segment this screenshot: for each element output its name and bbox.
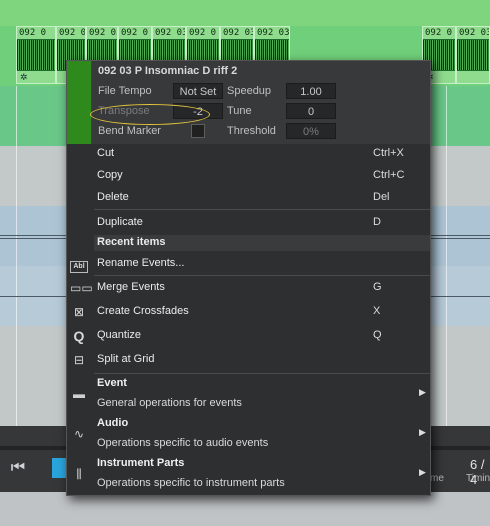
menu-item-quantize[interactable]: Q Quantize Q [67, 325, 430, 347]
menu-item-label: Create Crossfades [97, 305, 189, 317]
file-tempo-label: File Tempo [98, 85, 152, 97]
menu-item-split-at-grid[interactable]: ⊟ Split at Grid [67, 349, 430, 371]
submenu-arrow-icon: ▶ [419, 387, 426, 397]
submenu-instrument-parts[interactable]: ⫼ Instrument Parts Operations specific t… [67, 455, 430, 495]
menu-separator [94, 209, 430, 210]
menu-separator [94, 373, 430, 374]
menu-item-cut[interactable]: Cut Ctrl+X [67, 143, 430, 165]
clip-name: 092 03 P Ins [153, 27, 185, 39]
speedup-value[interactable]: 1.00 [286, 83, 336, 99]
menu-item-merge-events[interactable]: ▭▭ Merge Events G [67, 277, 430, 299]
menu-item-copy[interactable]: Copy Ctrl+C [67, 165, 430, 187]
shortcut-label: Ctrl+X [373, 147, 404, 159]
event-inspector-header: 092 03 P Insomniac D riff 2 File Tempo N… [67, 61, 430, 144]
menu-separator [94, 275, 430, 276]
crossfade-icon: ⊠ [73, 305, 85, 319]
bend-marker-label: Bend Marker [98, 125, 161, 137]
recent-items-header: Recent items [94, 235, 430, 251]
menu-item-rename-events[interactable]: Abl Rename Events... [67, 253, 430, 275]
event-color-swatch[interactable] [67, 61, 92, 144]
menu-item-label: Rename Events... [97, 257, 185, 269]
shortcut-label: Ctrl+C [373, 169, 405, 181]
timeline-ruler[interactable] [0, 0, 490, 26]
submenu-audio[interactable]: ∿ Audio Operations specific to audio eve… [67, 415, 430, 455]
clip-name: 092 03 P Ins [255, 27, 289, 39]
threshold-label: Threshold [227, 125, 276, 137]
tune-label: Tune [227, 105, 252, 117]
clip-name: 092 0 [187, 27, 219, 39]
piano-keys-icon: ⫼ [76, 467, 82, 481]
clip-name: 092 03 P Ins [457, 27, 489, 39]
submenu-description: General operations for events [97, 397, 242, 409]
menu-item-create-crossfades[interactable]: ⊠ Create Crossfades X [67, 301, 430, 323]
clip-name: 092 0 [17, 27, 55, 39]
event-icon: ▬ [73, 387, 85, 401]
waveform [17, 40, 55, 70]
file-tempo-value[interactable]: Not Set [173, 83, 223, 99]
menu-item-label: Merge Events [97, 281, 165, 293]
split-grid-icon: ⊟ [73, 353, 85, 367]
menu-item-label: Delete [97, 191, 129, 203]
clip-name: 092 0 [119, 27, 151, 39]
time-label: me [430, 473, 444, 484]
section-title: Recent items [97, 236, 166, 248]
bend-marker-checkbox[interactable] [191, 124, 205, 138]
shortcut-label: G [373, 281, 382, 293]
merge-icon: ▭▭ [70, 281, 93, 295]
submenu-arrow-icon: ▶ [419, 427, 426, 437]
submenu-arrow-icon: ▶ [419, 467, 426, 477]
event-name: 092 03 P Insomniac D riff 2 [98, 65, 238, 77]
grid-line [446, 86, 447, 426]
menu-item-duplicate[interactable]: Duplicate D [67, 212, 430, 234]
clip-name: 092 03 P Ins [221, 27, 253, 39]
annotation-highlight [90, 104, 210, 125]
threshold-value[interactable]: 0% [286, 123, 336, 139]
submenu-title: Audio [97, 417, 129, 429]
menu-item-label: Copy [97, 169, 123, 181]
shortcut-label: X [373, 305, 381, 317]
menu-item-label: Cut [97, 147, 115, 159]
waveform-icon: ∿ [73, 427, 85, 441]
status-strip [0, 492, 490, 526]
submenu-event[interactable]: ▬ Event General operations for events ▶ [67, 375, 430, 415]
transport-indicator [52, 458, 66, 478]
menu-item-label: Split at Grid [97, 353, 155, 365]
submenu-title: Event [97, 377, 127, 389]
gear-icon[interactable]: ✲ [20, 72, 30, 82]
menu-item-label: Quantize [97, 329, 142, 341]
menu-item-delete[interactable]: Delete Del [67, 187, 430, 209]
skip-back-icon[interactable]: ⏮ [6, 456, 30, 480]
shortcut-label: Q [373, 329, 382, 341]
time-signature: 6 / 4 [470, 457, 485, 487]
speedup-label: Speedup [227, 85, 272, 97]
tune-value[interactable]: 0 [286, 103, 336, 119]
submenu-title: Instrument Parts [97, 457, 185, 469]
shortcut-label: Del [373, 191, 390, 203]
clip-name: 092 0 [423, 27, 455, 39]
rename-icon: Abl [70, 256, 88, 273]
audio-clip[interactable]: 092 03 P Ins [456, 26, 490, 84]
waveform [457, 40, 489, 70]
grid-line [16, 86, 17, 426]
audio-clip[interactable]: 092 0 ✲ [16, 26, 56, 84]
shortcut-label: D [373, 216, 381, 228]
clip-name: 092 0 P Ins [57, 27, 85, 39]
submenu-description: Operations specific to instrument parts [97, 477, 285, 489]
event-context-menu: 092 03 P Insomniac D riff 2 File Tempo N… [66, 60, 431, 496]
submenu-description: Operations specific to audio events [97, 437, 269, 449]
clip-name: 092 03 P Ins [87, 27, 117, 39]
menu-item-label: Duplicate [97, 216, 143, 228]
quantize-icon: Q [73, 328, 85, 344]
